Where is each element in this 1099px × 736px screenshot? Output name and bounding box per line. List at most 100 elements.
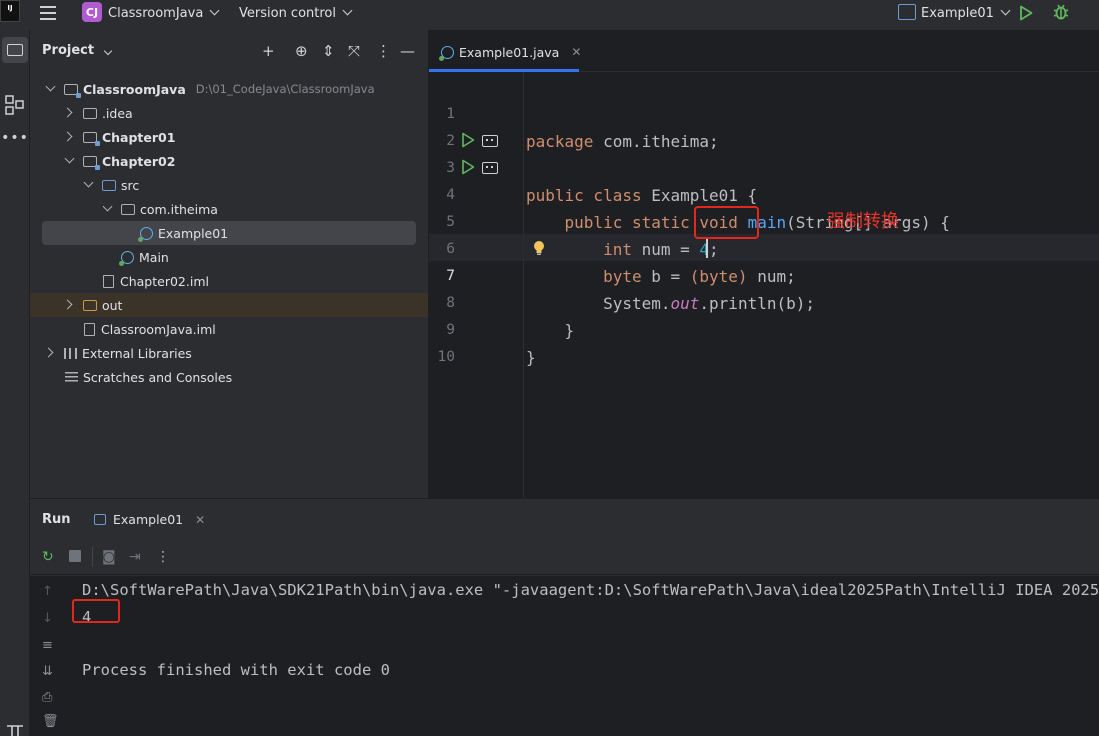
tree-item-package[interactable]: com.itheima xyxy=(30,197,428,221)
version-control-label: Version control xyxy=(239,5,336,21)
chevron-down-icon xyxy=(1000,5,1011,16)
run-panel: Run Example01 ✕ ↻ ◙ ⇥ ⋮ ↑ ↓ ≡ ⇊ ⎙ 🗑 D:\S… xyxy=(30,499,1099,736)
tree-item-label: ClassroomJava xyxy=(82,81,186,97)
tree-item-label: com.itheima xyxy=(139,201,218,217)
tree-item-chapter01[interactable]: Chapter01 xyxy=(30,125,428,149)
console-line: D:\SoftWarePath\Java\SDK21Path\bin\java.… xyxy=(82,581,1099,599)
close-icon[interactable]: ✕ xyxy=(571,45,581,59)
project-view-selector[interactable]: Project xyxy=(42,43,112,58)
run-panel-title: Run xyxy=(42,512,71,527)
code-line: 6 byte b = (byte) num; xyxy=(429,209,1099,286)
tab-example01-java[interactable]: Example01.java ✕ xyxy=(439,42,581,62)
code-line: 7 System.out.println(b); xyxy=(429,236,1099,313)
main-menu-icon[interactable] xyxy=(38,3,58,23)
scroll-up-icon[interactable]: ↑ xyxy=(42,584,53,599)
tree-item-label: Main xyxy=(139,249,169,265)
project-tool-button[interactable] xyxy=(2,37,28,63)
version-control-menu[interactable]: Version control xyxy=(239,3,353,23)
scroll-down-icon[interactable]: ↓ xyxy=(42,611,53,626)
run-tab-label: Example01 xyxy=(113,512,184,527)
export-icon[interactable]: ⇥ xyxy=(129,549,141,565)
expand-arrow-icon[interactable] xyxy=(65,156,75,166)
soft-wrap-icon[interactable]: ≡ xyxy=(42,638,53,653)
scroll-to-end-icon[interactable]: ⇊ xyxy=(42,664,53,679)
expand-arrow-icon[interactable] xyxy=(65,300,75,310)
project-panel: Project + ⊕ ⇕ ⤧ ⋮ — ClassroomJava D:\01_… xyxy=(30,30,428,498)
module-folder-icon xyxy=(82,131,100,146)
project-selector[interactable]: ClassroomJava xyxy=(108,3,220,23)
tree-item-path: D:\01_CodeJava\ClassroomJava xyxy=(195,82,375,96)
build-tool-icon[interactable] xyxy=(4,720,26,736)
console-output[interactable]: D:\SoftWarePath\Java\SDK21Path\bin\java.… xyxy=(68,576,1099,736)
code-editor[interactable]: Example01.java ✕ 1 package com.itheima; … xyxy=(429,30,1099,498)
code-line: 1 package com.itheima; xyxy=(429,74,1099,151)
toolbar-separator xyxy=(92,547,93,567)
run-tab-example01[interactable]: Example01 ✕ xyxy=(94,512,205,527)
folder-icon xyxy=(7,44,23,56)
tree-item-out[interactable]: out xyxy=(30,293,428,317)
bookmark-icon[interactable] xyxy=(482,162,498,174)
close-icon[interactable]: ✕ xyxy=(195,513,205,527)
locate-icon[interactable]: ⊕ xyxy=(295,42,308,60)
title-bar: IJ CJ ClassroomJava Version control Exam… xyxy=(0,0,1099,26)
tree-item-chapter02-iml[interactable]: Chapter02.iml xyxy=(30,269,428,293)
stop-icon[interactable] xyxy=(69,550,81,562)
run-config-label: Example01 xyxy=(921,5,994,21)
tree-item-example01[interactable]: Example01 xyxy=(30,221,428,245)
project-badge[interactable]: CJ xyxy=(82,2,102,22)
camera-icon[interactable]: ◙ xyxy=(102,549,116,565)
trash-icon[interactable]: 🗑 xyxy=(42,714,59,729)
minimize-icon[interactable]: — xyxy=(400,42,415,60)
project-panel-title: Project xyxy=(42,43,95,58)
more-tools-icon[interactable]: ••• xyxy=(0,130,30,150)
annotation-text: 强制转换 xyxy=(827,211,899,232)
code-line: 5 int num = 4; xyxy=(429,182,1099,259)
code-token: } xyxy=(526,348,536,367)
text-cursor xyxy=(706,238,708,258)
package-icon xyxy=(120,203,135,215)
tree-item-classroomjava-iml[interactable]: ClassroomJava.iml xyxy=(30,317,428,341)
options-icon[interactable]: ⋮ xyxy=(376,42,391,60)
tree-item-idea[interactable]: .idea xyxy=(30,101,428,125)
lightbulb-icon[interactable] xyxy=(533,240,545,256)
rerun-icon[interactable]: ↻ xyxy=(42,549,54,565)
chevron-down-icon xyxy=(209,5,220,16)
java-class-icon xyxy=(439,45,454,61)
tree-item-main[interactable]: Main xyxy=(30,245,428,269)
tree-item-src[interactable]: src xyxy=(30,173,428,197)
editor-tab-bar: Example01.java ✕ xyxy=(429,30,1099,72)
expand-arrow-icon[interactable] xyxy=(65,132,75,142)
expand-arrow-icon[interactable] xyxy=(46,84,56,94)
more-options-icon[interactable]: ⋮ xyxy=(156,549,170,565)
expand-arrow-icon[interactable] xyxy=(84,180,94,190)
tree-item-external-libraries[interactable]: External Libraries xyxy=(30,341,428,365)
run-config-selector[interactable]: Example01 xyxy=(921,3,1011,23)
run-gutter-icon[interactable] xyxy=(461,132,475,148)
tree-item-classroomjava[interactable]: ClassroomJava D:\01_CodeJava\ClassroomJa… xyxy=(30,77,428,101)
structure-tool-button[interactable] xyxy=(2,92,28,118)
run-button[interactable] xyxy=(1019,4,1035,22)
expand-all-icon[interactable]: ⇕ xyxy=(322,42,335,60)
debug-button[interactable] xyxy=(1052,3,1070,21)
run-gutter-icon[interactable] xyxy=(461,159,475,175)
expand-arrow-icon[interactable] xyxy=(65,108,75,118)
iml-file-icon xyxy=(84,322,95,336)
print-icon[interactable]: ⎙ xyxy=(42,690,52,705)
tree-item-scratches[interactable]: Scratches and Consoles xyxy=(30,365,428,389)
run-config-icon xyxy=(94,514,106,525)
iml-file-icon xyxy=(103,274,114,288)
tree-item-label: src xyxy=(120,177,140,193)
expand-arrow-icon[interactable] xyxy=(46,348,56,358)
module-folder-icon xyxy=(63,83,81,98)
highlight-box xyxy=(694,206,759,239)
run-config-icon xyxy=(898,4,916,20)
tree-item-chapter02[interactable]: Chapter02 xyxy=(30,149,428,173)
excluded-folder-icon xyxy=(82,299,97,311)
code-line: 8 } xyxy=(429,263,1099,340)
module-folder-icon xyxy=(82,155,100,170)
bookmark-icon[interactable] xyxy=(482,135,498,147)
collapse-all-icon[interactable]: ⤧ xyxy=(348,42,360,60)
run-toolbar: ↻ ◙ ⇥ ⋮ xyxy=(30,539,1099,575)
expand-arrow-icon[interactable] xyxy=(103,204,113,214)
add-icon[interactable]: + xyxy=(262,42,275,60)
